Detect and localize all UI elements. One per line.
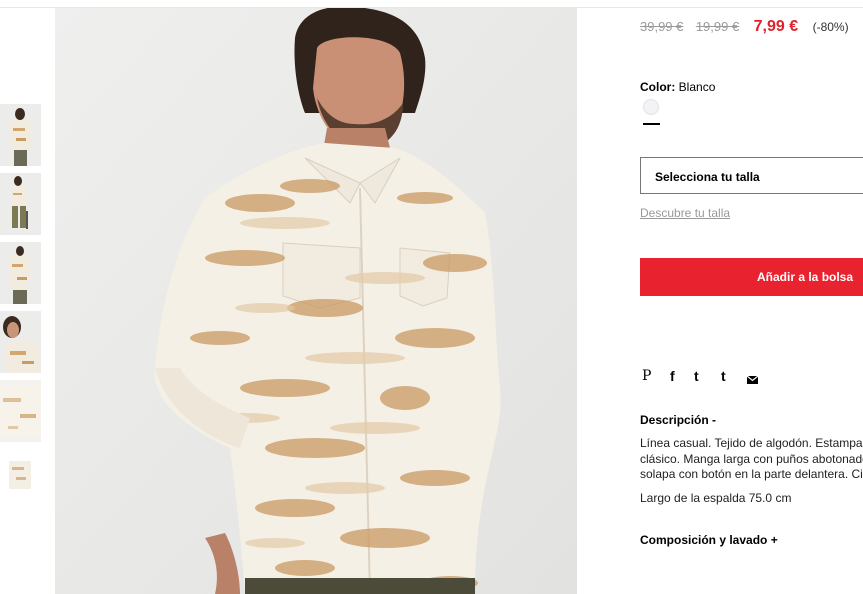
description-line-3: solapa con botón en la parte delantera. …: [640, 467, 863, 481]
thumbnail-6[interactable]: [0, 449, 41, 511]
composition-toggle[interactable]: Composición y lavado +: [640, 533, 778, 547]
description-text: Línea casual. Tejido de algodón. Estampa…: [640, 436, 863, 483]
description-title[interactable]: Descripción -: [640, 413, 716, 427]
thumbnail-1[interactable]: [0, 104, 41, 166]
selected-swatch-indicator: [643, 123, 660, 125]
tumblr-icon[interactable]: t: [721, 368, 726, 384]
email-icon[interactable]: [746, 371, 759, 387]
discount-badge: (-80%): [812, 20, 849, 34]
price-row: 39,99 € 19,99 € 7,99 € (-80%): [640, 18, 849, 36]
back-length: Largo de la espalda 75.0 cm: [640, 491, 792, 505]
size-guide-link[interactable]: Descubre tu talla: [640, 206, 730, 220]
description-line-2: clásico. Manga larga con puños abotonado: [640, 451, 863, 466]
add-to-bag-button[interactable]: Añadir a la bolsa: [640, 258, 863, 296]
original-price: 39,99 €: [640, 19, 684, 34]
color-label: Color: Blanco: [640, 80, 715, 94]
sale-price: 7,99 €: [753, 18, 799, 35]
twitter-icon[interactable]: t: [694, 368, 699, 384]
color-title: Color:: [640, 80, 676, 94]
thumbnail-3[interactable]: [0, 242, 41, 304]
thumbnail-2[interactable]: [0, 173, 41, 235]
model-shirt-photo: [55, 8, 577, 594]
size-select[interactable]: Selecciona tu talla: [640, 157, 863, 194]
thumbnail-4[interactable]: [0, 311, 41, 373]
description-line-1: Línea casual. Tejido de algodón. Estampa…: [640, 436, 863, 450]
facebook-icon[interactable]: f: [670, 368, 675, 384]
product-main-image: [55, 8, 577, 594]
previous-price: 19,99 €: [695, 19, 740, 34]
color-value: Blanco: [678, 80, 716, 94]
color-swatch-blanco[interactable]: [643, 99, 659, 115]
thumbnail-5[interactable]: [0, 380, 41, 442]
pinterest-icon[interactable]: P: [642, 368, 651, 384]
